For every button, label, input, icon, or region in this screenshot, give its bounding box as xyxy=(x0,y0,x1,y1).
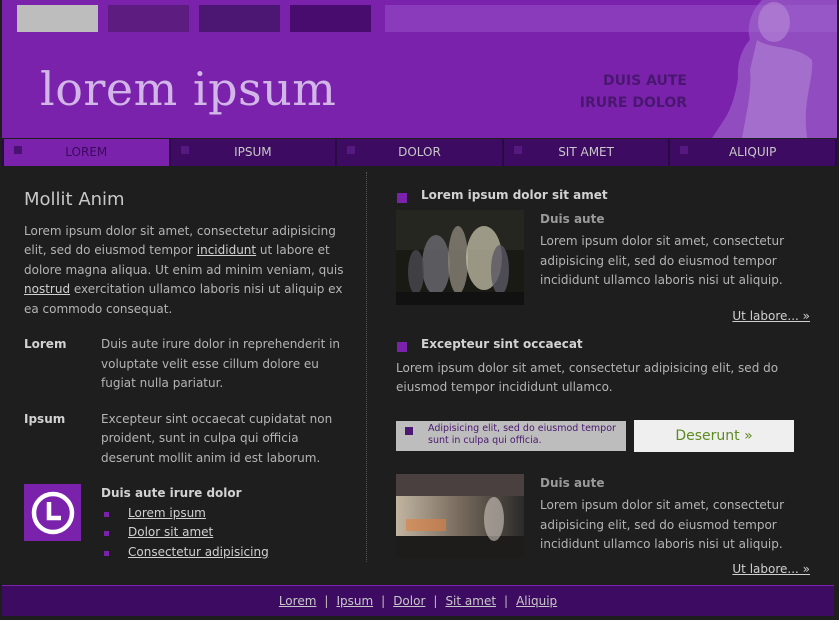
definition-term: Ipsum xyxy=(24,411,66,426)
link-consectetur[interactable]: Consectetur adipisicing xyxy=(128,545,269,559)
definition-list: Lorem Duis aute irure dolor in reprehend… xyxy=(24,335,344,468)
section-heading: Excepteur sint occaecat xyxy=(396,335,810,355)
deserunt-button[interactable]: Deserunt » xyxy=(634,419,794,452)
color-swatch-purple-3[interactable] xyxy=(290,5,371,32)
tagline-line-2: IRURE DOLOR xyxy=(579,95,687,111)
footer-separator: | xyxy=(324,594,329,608)
section-text: Lorem ipsum dolor sit amet, consectetur … xyxy=(396,360,779,395)
media-item: Duis aute Lorem ipsum dolor sit amet, co… xyxy=(396,473,810,558)
nav-label: DOLOR xyxy=(398,145,441,159)
nav-bullet-icon xyxy=(347,146,356,154)
footer-link-lorem[interactable]: Lorem xyxy=(279,594,317,608)
footer-link-aliquip[interactable]: Aliquip xyxy=(516,594,557,608)
media-body: Duis aute Lorem ipsum dolor sit amet, co… xyxy=(540,210,810,305)
read-more-wrap: Ut labore... » xyxy=(396,307,810,327)
footer-link-sit-amet[interactable]: Sit amet xyxy=(445,594,496,608)
color-swatch-purple-1[interactable] xyxy=(108,5,189,32)
intro-link-incididunt[interactable]: incididunt xyxy=(197,243,256,257)
site-header: lorem ipsum DUIS AUTE IRURE DOLOR xyxy=(2,0,837,138)
subway-photo[interactable] xyxy=(396,473,524,558)
link-dolor-sit-amet[interactable]: Dolor sit amet xyxy=(128,525,213,539)
nav-label: IPSUM xyxy=(234,145,272,159)
footer-separator: | xyxy=(433,594,438,608)
media-text: Lorem ipsum dolor sit amet, consectetur … xyxy=(540,234,785,287)
crowd-photo[interactable] xyxy=(396,209,524,305)
media-heading: Duis aute xyxy=(540,475,605,490)
read-more-link[interactable]: Ut labore... » xyxy=(732,309,810,323)
nav-bullet-icon xyxy=(14,146,22,154)
intro-text: exercitation ullamco laboris nisi ut ali… xyxy=(24,282,343,316)
intro-link-nostrud[interactable]: nostrud xyxy=(24,282,70,296)
nav-bullet-icon xyxy=(513,146,522,154)
promo-note: Adipisicing elit, sed do eiusmod tempor … xyxy=(396,420,626,451)
definition-term: Lorem xyxy=(24,337,67,351)
site-footer: Lorem | Ipsum | Dolor | Sit amet | Aliquip xyxy=(2,585,834,616)
clock-icon-box xyxy=(24,484,81,541)
read-more-link[interactable]: Ut labore... » xyxy=(732,562,810,576)
list-item: Consectetur adipisicing xyxy=(101,543,269,563)
read-more-wrap: Ut labore... » xyxy=(396,560,810,580)
nav-label: ALIQUIP xyxy=(728,145,777,159)
footer-separator: | xyxy=(504,594,509,608)
color-swatch-gray[interactable] xyxy=(17,5,98,32)
clock-heading: Duis aute irure dolor xyxy=(101,486,242,500)
footer-separator: | xyxy=(381,594,386,608)
clock-content: Duis aute irure dolor Lorem ipsum Dolor … xyxy=(101,484,269,562)
nav-bullet-icon xyxy=(180,146,189,154)
main-nav: LOREM IPSUM DOLOR SIT AMET ALIQUIP xyxy=(2,139,837,166)
color-swatch-purple-2[interactable] xyxy=(199,5,280,32)
nav-bullet-icon xyxy=(680,146,689,154)
definition-text: Duis aute irure dolor in reprehenderit i… xyxy=(101,337,341,390)
clock-icon xyxy=(31,491,74,534)
right-column: Lorem ipsum dolor sit amet Duis aute Lor… xyxy=(396,186,810,579)
site-logo[interactable]: lorem ipsum xyxy=(40,62,336,116)
definition-row: Lorem Duis aute irure dolor in reprehend… xyxy=(24,335,344,394)
intro-paragraph: Lorem ipsum dolor sit amet, consectetur … xyxy=(24,222,344,320)
nav-item-ipsum[interactable]: IPSUM xyxy=(170,139,336,166)
definition-text: Excepteur sint occaecat cupidatat non pr… xyxy=(101,411,333,465)
media-heading: Duis aute xyxy=(540,211,605,226)
section-heading: Lorem ipsum dolor sit amet xyxy=(396,186,810,206)
list-item: Lorem ipsum xyxy=(101,504,269,524)
left-column: Mollit Anim Lorem ipsum dolor sit amet, … xyxy=(24,190,344,562)
page-title: Mollit Anim xyxy=(24,189,125,210)
link-lorem-ipsum[interactable]: Lorem ipsum xyxy=(128,506,206,520)
list-item: Dolor sit amet xyxy=(101,523,269,543)
tagline-line-1: DUIS AUTE xyxy=(602,73,687,89)
nav-item-aliquip[interactable]: ALIQUIP xyxy=(670,139,835,166)
clock-feature: Duis aute irure dolor Lorem ipsum Dolor … xyxy=(24,484,344,562)
nav-item-dolor[interactable]: DOLOR xyxy=(337,139,502,166)
footer-link-ipsum[interactable]: Ipsum xyxy=(336,594,373,608)
woman-silhouette-image xyxy=(712,0,837,138)
link-list: Lorem ipsum Dolor sit amet Consectetur a… xyxy=(101,504,269,563)
promo-row: Adipisicing elit, sed do eiusmod tempor … xyxy=(396,419,810,452)
media-body: Duis aute Lorem ipsum dolor sit amet, co… xyxy=(540,474,810,558)
nav-item-sit-amet[interactable]: SIT AMET xyxy=(503,139,669,166)
footer-link-dolor[interactable]: Dolor xyxy=(393,594,425,608)
header-tagline: DUIS AUTE IRURE DOLOR xyxy=(580,70,687,114)
media-text: Lorem ipsum dolor sit amet, consectetur … xyxy=(540,498,785,551)
nav-item-lorem[interactable]: LOREM xyxy=(4,139,169,166)
nav-label: SIT AMET xyxy=(558,145,614,159)
definition-row: Ipsum Excepteur sint occaecat cupidatat … xyxy=(24,410,344,469)
column-divider xyxy=(366,172,367,562)
media-item: Duis aute Lorem ipsum dolor sit amet, co… xyxy=(396,209,810,305)
nav-label: LOREM xyxy=(65,145,108,159)
